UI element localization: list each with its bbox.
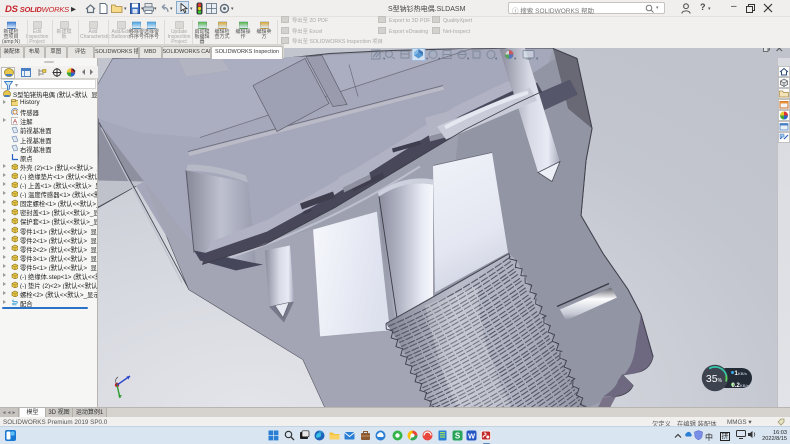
svg-text:W: W bbox=[468, 432, 476, 441]
svg-text:1KB/s: 1KB/s bbox=[735, 371, 748, 377]
svg-text:▾: ▾ bbox=[426, 56, 429, 61]
svg-text:A: A bbox=[12, 119, 17, 125]
svg-text:▾: ▾ bbox=[514, 56, 517, 61]
svg-text:▾: ▾ bbox=[536, 56, 539, 61]
svg-text:S: S bbox=[455, 432, 461, 441]
svg-text:▾: ▾ bbox=[467, 56, 470, 61]
svg-text:0.2KB/s: 0.2KB/s bbox=[732, 383, 750, 389]
svg-text:▾: ▾ bbox=[438, 56, 441, 61]
svg-text:▾: ▾ bbox=[495, 56, 498, 61]
svg-text:▾: ▾ bbox=[383, 56, 386, 61]
